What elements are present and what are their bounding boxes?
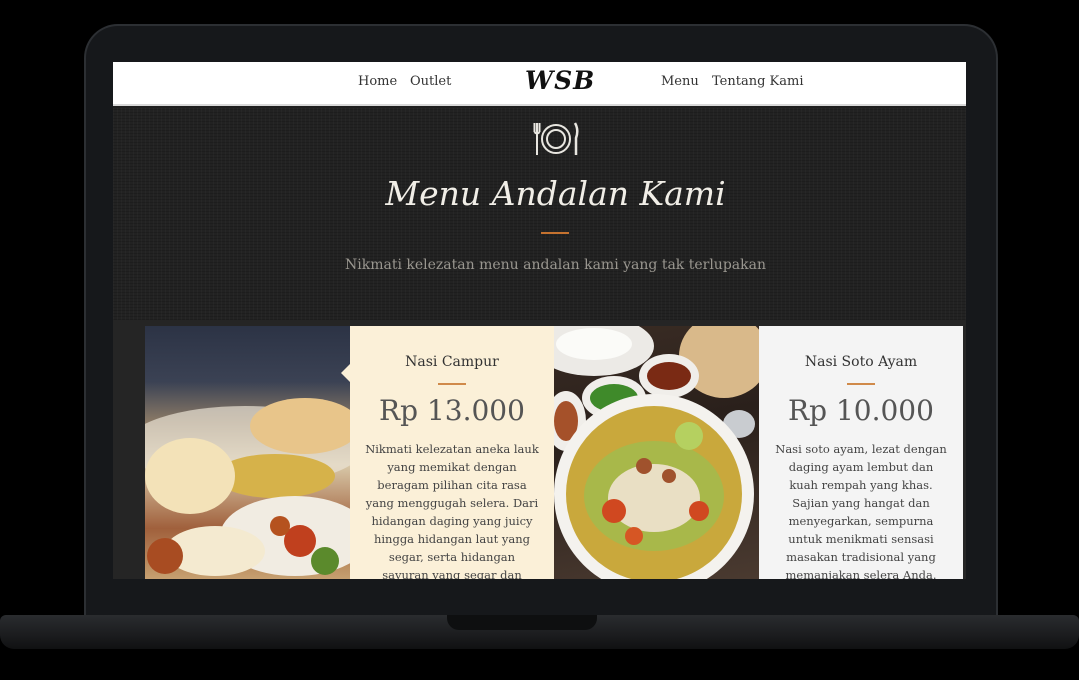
hero-section: Menu Andalan Kami Nikmati kelezatan menu… bbox=[113, 108, 966, 320]
menu-item-description: Nasi soto ayam, lezat dengan daging ayam… bbox=[775, 442, 947, 579]
menu-section: Nasi Campur Rp 13.000 Nikmati kelezatan … bbox=[113, 320, 966, 579]
navbar: Home Outlet WSB Menu Tentang Kami bbox=[113, 62, 966, 106]
hero-divider bbox=[541, 232, 569, 234]
menu-card-nasi-soto-ayam[interactable]: Nasi Soto Ayam Rp 10.000 Nasi soto ayam,… bbox=[759, 326, 963, 579]
card-pointer bbox=[341, 364, 350, 382]
menu-item-name: Nasi Soto Ayam bbox=[804, 354, 918, 370]
plate-fork-knife-icon bbox=[533, 122, 579, 155]
hero-subtitle: Nikmati kelezatan menu andalan kami yang… bbox=[345, 257, 766, 273]
menu-item-description: Nikmati kelezatan aneka lauk yang memika… bbox=[365, 442, 539, 579]
nav-menu-link[interactable]: Menu bbox=[661, 74, 699, 89]
laptop-screen: Home Outlet WSB Menu Tentang Kami Menu A… bbox=[113, 62, 966, 579]
menu-card-nasi-campur[interactable]: Nasi Campur Rp 13.000 Nikmati kelezatan … bbox=[341, 326, 554, 579]
card-divider bbox=[438, 383, 466, 385]
hero-title: Menu Andalan Kami bbox=[385, 174, 726, 213]
nav-outlet-link[interactable]: Outlet bbox=[410, 74, 451, 89]
laptop-notch bbox=[447, 615, 597, 630]
menu-item-price: Rp 13.000 bbox=[379, 394, 525, 427]
nav-about-link[interactable]: Tentang Kami bbox=[712, 74, 803, 89]
nasi-soto-ayam-photo bbox=[554, 326, 759, 579]
nasi-campur-photo bbox=[145, 326, 350, 579]
site-logo[interactable]: WSB bbox=[525, 66, 595, 95]
card-divider bbox=[847, 383, 875, 385]
menu-item-price: Rp 10.000 bbox=[788, 394, 934, 427]
menu-item-name: Nasi Campur bbox=[405, 354, 499, 370]
nav-home-link[interactable]: Home bbox=[358, 74, 397, 89]
